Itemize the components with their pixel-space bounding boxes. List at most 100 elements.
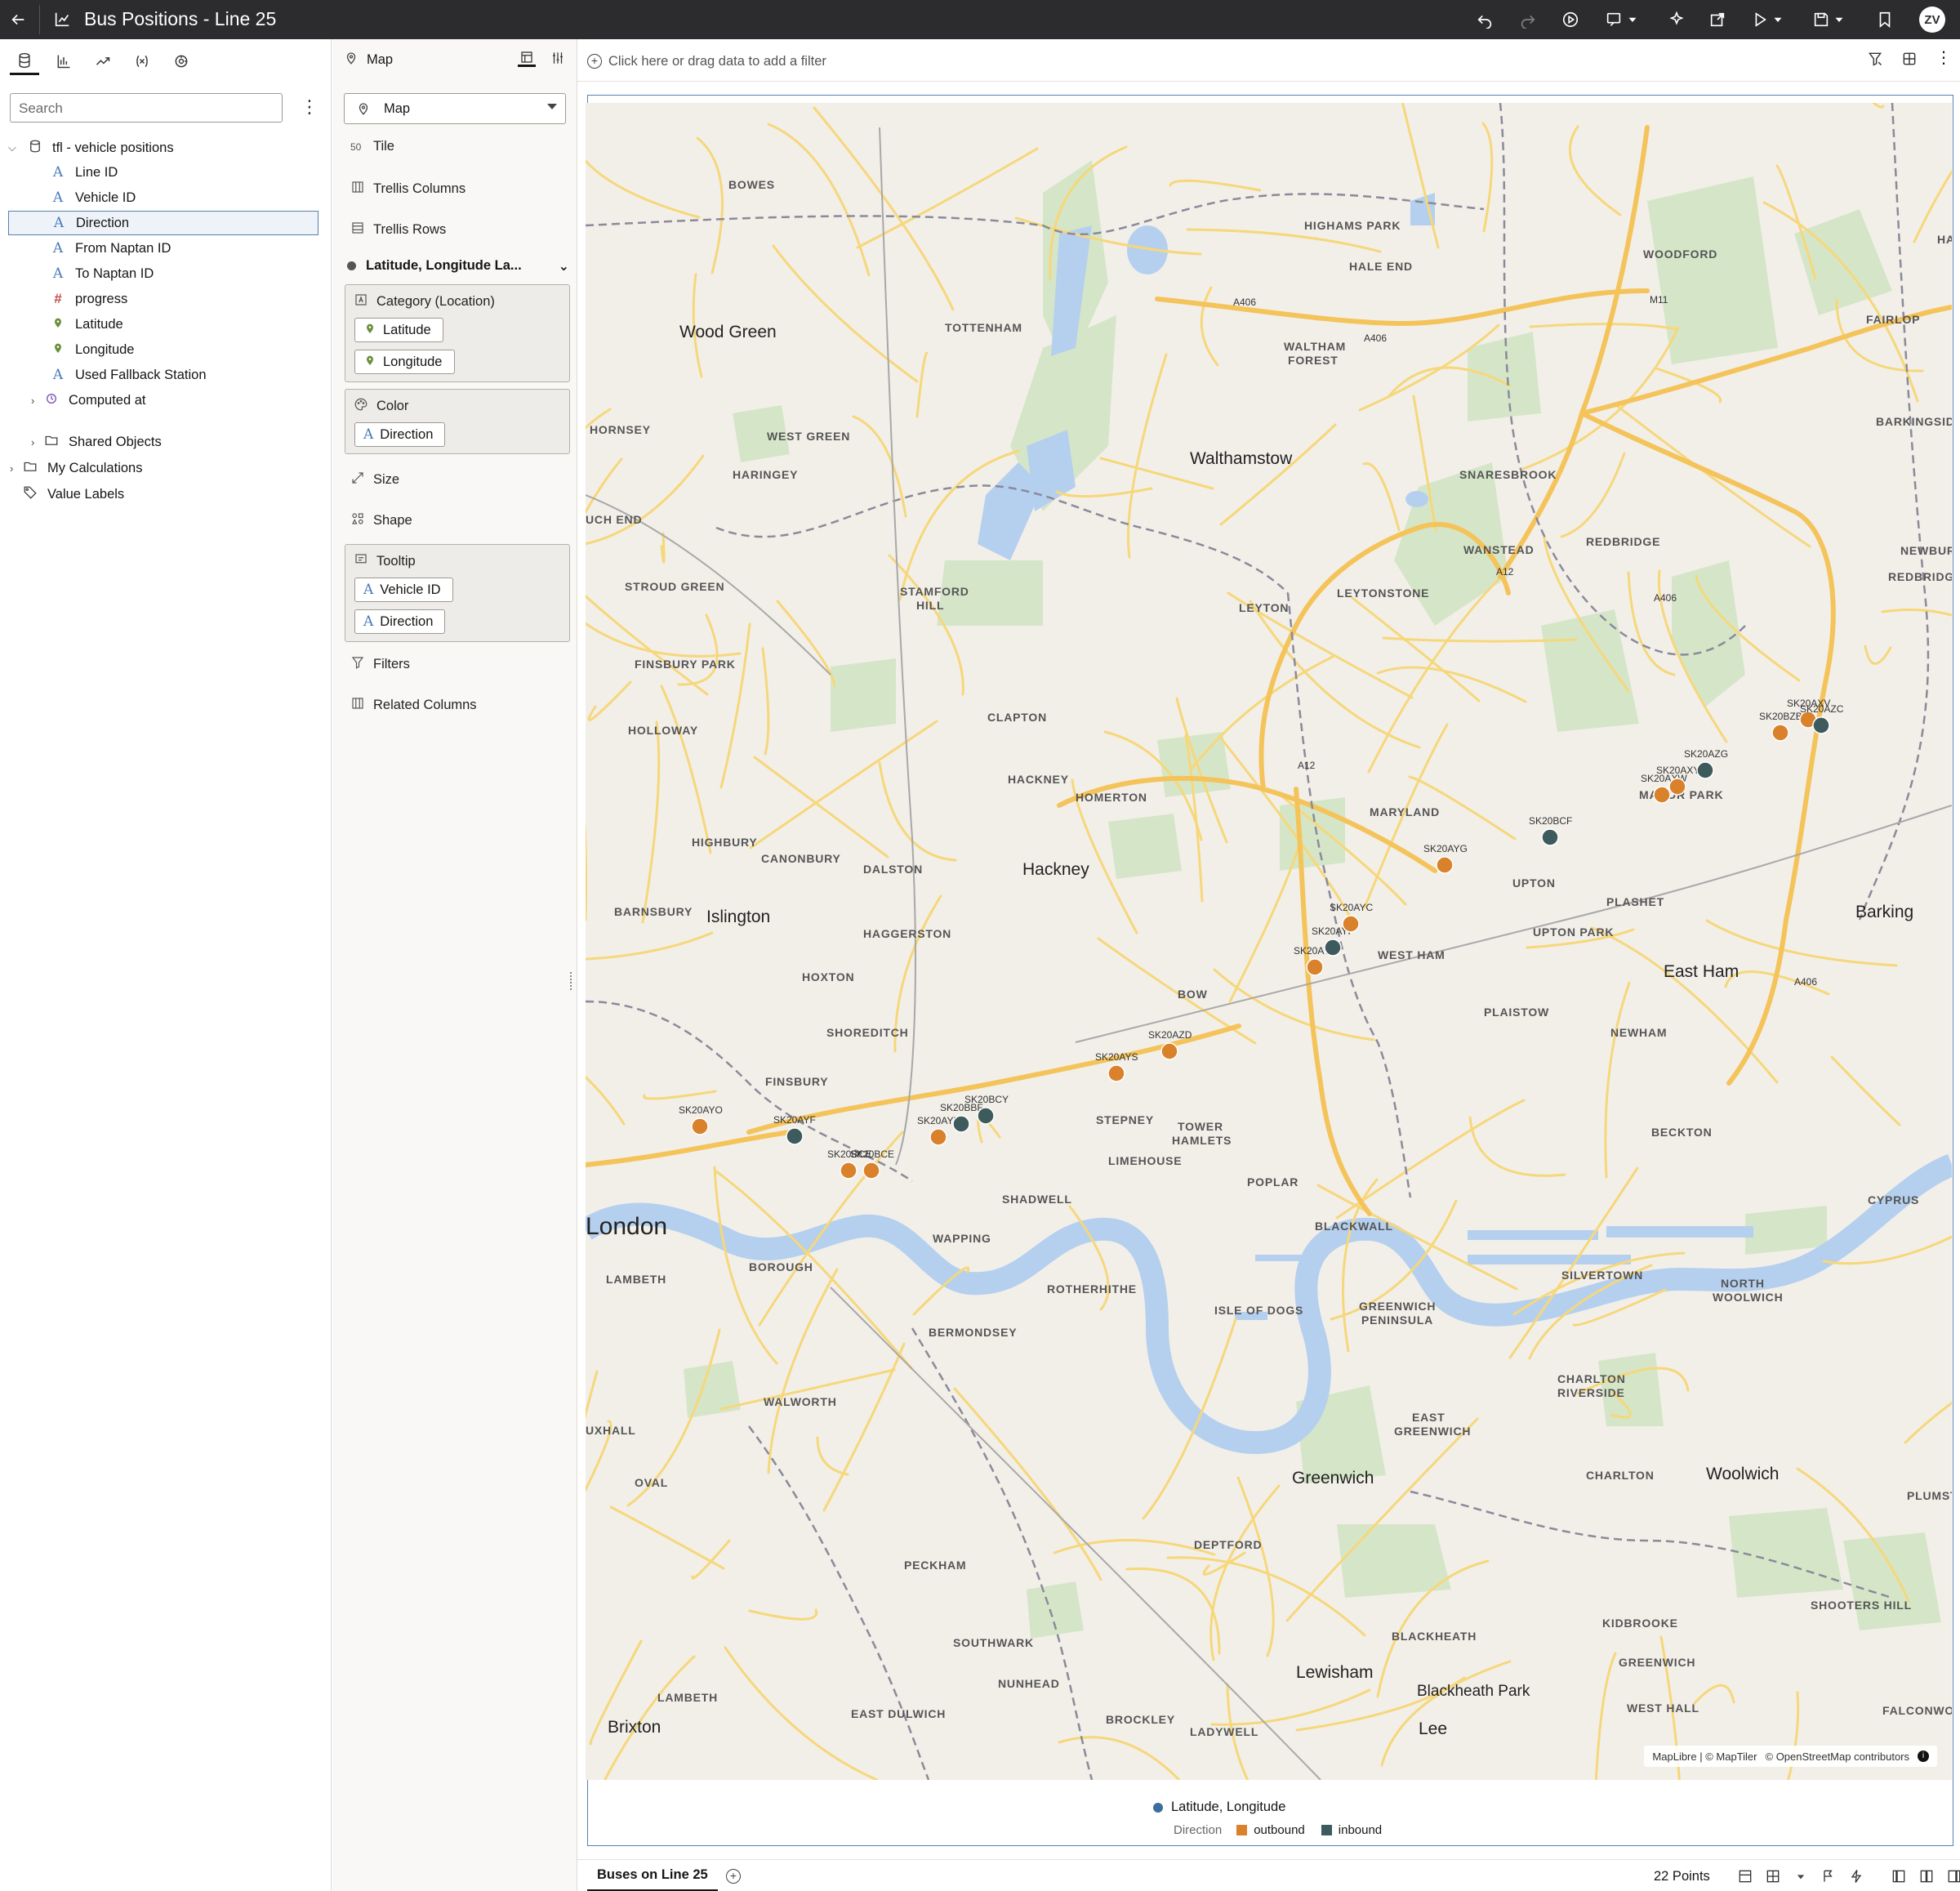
bus-marker-dot[interactable] (929, 1128, 947, 1146)
color-pill-direction[interactable]: A Direction (354, 422, 446, 447)
chevron-down-icon[interactable]: ⌄ (559, 258, 569, 274)
preview-icon[interactable] (1556, 5, 1585, 34)
tooltip-pill-vehicle-id[interactable]: A Vehicle ID (354, 578, 453, 602)
bus-marker-dot[interactable] (1541, 828, 1559, 846)
user-avatar[interactable]: ZV (1919, 7, 1945, 33)
ai-assistant-tab-icon[interactable] (167, 47, 196, 75)
expand-caret-icon[interactable]: › (10, 462, 21, 475)
panel-resize-handle[interactable] (570, 972, 572, 990)
bus-marker-dot[interactable] (1324, 939, 1342, 957)
more-options-icon[interactable]: ⋮ (301, 98, 318, 119)
column-line-id[interactable]: A Line ID (8, 160, 318, 185)
narrate-dropdown-icon[interactable] (1625, 5, 1640, 34)
calculation-tab-icon[interactable] (127, 47, 157, 75)
expand-caret-icon[interactable]: › (31, 436, 42, 448)
export-icon[interactable] (1703, 5, 1732, 34)
category-location-well[interactable]: Category (Location) Latitude Longitude (345, 284, 570, 382)
column-progress[interactable]: # progress (8, 287, 318, 311)
shape-drop-target[interactable]: Shape (350, 511, 412, 530)
map-view[interactable]: BOWES HIGHAMS PARK HALE END WOODFORD Wood Gr… (586, 103, 1952, 1780)
canvas-more-icon[interactable]: ⋮ (1936, 50, 1952, 71)
folder-my-calculations[interactable]: › My Calculations (10, 456, 320, 480)
bus-marker-dot[interactable] (691, 1117, 709, 1135)
bus-marker-dot[interactable] (977, 1107, 995, 1125)
bookmark-icon[interactable] (1870, 5, 1900, 34)
bus-marker-dot[interactable] (1771, 724, 1789, 742)
attribution-osm[interactable]: © OpenStreetMap contributors (1766, 1751, 1910, 1763)
data-tab-database-icon[interactable] (10, 47, 39, 75)
column-to-naptan-id[interactable]: A To Naptan ID (8, 261, 318, 286)
legend-swatch-inbound[interactable] (1321, 1825, 1332, 1835)
related-columns-drop-target[interactable]: Related Columns (350, 696, 477, 715)
column-direction[interactable]: A Direction (8, 211, 318, 235)
grid-layout-icon[interactable] (1765, 1868, 1781, 1889)
tooltip-pill-direction[interactable]: A Direction (354, 609, 446, 634)
left-panel-toggle-icon[interactable] (1891, 1868, 1907, 1889)
bus-marker-dot[interactable] (1107, 1064, 1125, 1082)
map-svg[interactable]: BOWES HIGHAMS PARK HALE END WOODFORD Wood Gr… (586, 103, 1952, 1780)
value-labels-node[interactable]: Value Labels (21, 482, 332, 506)
info-icon[interactable]: i (1918, 1751, 1929, 1762)
attribution-maplibre[interactable]: MapLibre | © MapTiler (1652, 1751, 1757, 1763)
bus-marker-dot[interactable] (1653, 786, 1671, 804)
refresh-data-icon[interactable] (1848, 1868, 1864, 1889)
canvas-tab[interactable]: Buses on Line 25 (587, 1860, 718, 1891)
save-dropdown-icon[interactable] (1832, 5, 1846, 34)
bus-marker-dot[interactable] (786, 1127, 804, 1145)
bus-marker-dot[interactable] (1342, 915, 1360, 933)
canvas-properties-icon[interactable] (1737, 1868, 1753, 1889)
undo-icon[interactable] (1470, 5, 1499, 34)
bus-marker-dot[interactable] (1436, 856, 1454, 874)
bus-marker-dot[interactable] (840, 1162, 858, 1180)
size-drop-target[interactable]: Size (350, 471, 399, 489)
viz-type-selector[interactable]: Map (344, 93, 566, 124)
legend-swatch-outbound[interactable] (1236, 1825, 1248, 1835)
auto-insights-icon[interactable] (1662, 5, 1691, 34)
back-arrow-icon[interactable] (3, 5, 33, 34)
expand-caret-icon[interactable]: › (31, 395, 42, 407)
data-actions-icon[interactable] (1820, 1868, 1837, 1889)
run-dropdown-icon[interactable] (1771, 5, 1785, 34)
bus-marker-dot[interactable] (1306, 958, 1324, 976)
column-vehicle-id[interactable]: A Vehicle ID (8, 185, 318, 210)
filter-settings-icon[interactable] (1867, 51, 1883, 71)
trellis-columns-drop-target[interactable]: Trellis Columns (350, 180, 466, 198)
add-filter-icon[interactable]: + (587, 54, 602, 69)
right-panel-toggle-icon[interactable] (1946, 1868, 1960, 1889)
column-longitude[interactable]: Longitude (8, 337, 318, 362)
filter-placeholder[interactable]: Click here or drag data to add a filter (608, 54, 826, 69)
canvas-layout-icon[interactable] (1901, 51, 1918, 71)
narrate-icon[interactable] (1599, 5, 1628, 34)
redo-icon[interactable] (1513, 5, 1543, 34)
filters-drop-target[interactable]: Filters (350, 655, 410, 674)
data-search-input[interactable]: Search (10, 93, 283, 123)
analytics-tab-icon[interactable] (88, 47, 118, 75)
bus-marker-dot[interactable] (1668, 778, 1686, 796)
grammar-view-icon[interactable] (518, 49, 536, 67)
column-from-naptan-id[interactable]: A From Naptan ID (8, 236, 318, 261)
folder-shared-objects[interactable]: › Shared Objects (31, 430, 341, 454)
visualizations-tab-icon[interactable] (49, 47, 78, 75)
legend-item-inbound[interactable]: inbound (1339, 1823, 1382, 1837)
tooltip-well[interactable]: Tooltip A Vehicle ID A Direction (345, 544, 570, 642)
bus-marker-dot[interactable] (1812, 716, 1830, 734)
category-pill-longitude[interactable]: Longitude (354, 350, 455, 374)
trellis-rows-drop-target[interactable]: Trellis Rows (350, 221, 446, 239)
bus-marker-dot[interactable] (1160, 1042, 1178, 1060)
collapse-caret-icon[interactable]: ⌵ (8, 141, 20, 154)
color-well[interactable]: Color A Direction (345, 389, 570, 454)
bus-marker-dot[interactable] (1696, 761, 1714, 779)
tile-drop-target[interactable]: 50 Tile (350, 139, 394, 154)
column-latitude[interactable]: Latitude (8, 312, 318, 337)
bus-marker-dot[interactable] (952, 1115, 970, 1133)
properties-view-icon[interactable] (549, 49, 567, 67)
column-used-fallback-station[interactable]: A Used Fallback Station (8, 363, 318, 387)
category-pill-latitude[interactable]: Latitude (354, 318, 443, 342)
dataset-node[interactable]: ⌵ tfl - vehicle positions (8, 136, 318, 160)
map-layer-header[interactable]: Latitude, Longitude La... ⌄ (347, 258, 569, 274)
bus-marker-dot[interactable] (862, 1162, 880, 1180)
column-computed-at[interactable]: › Computed at (31, 388, 341, 413)
filter-bar[interactable]: + Click here or drag data to add a filte… (577, 39, 1960, 82)
layout-dropdown-icon[interactable] (1793, 1868, 1809, 1889)
add-canvas-icon[interactable]: + (726, 1869, 741, 1884)
